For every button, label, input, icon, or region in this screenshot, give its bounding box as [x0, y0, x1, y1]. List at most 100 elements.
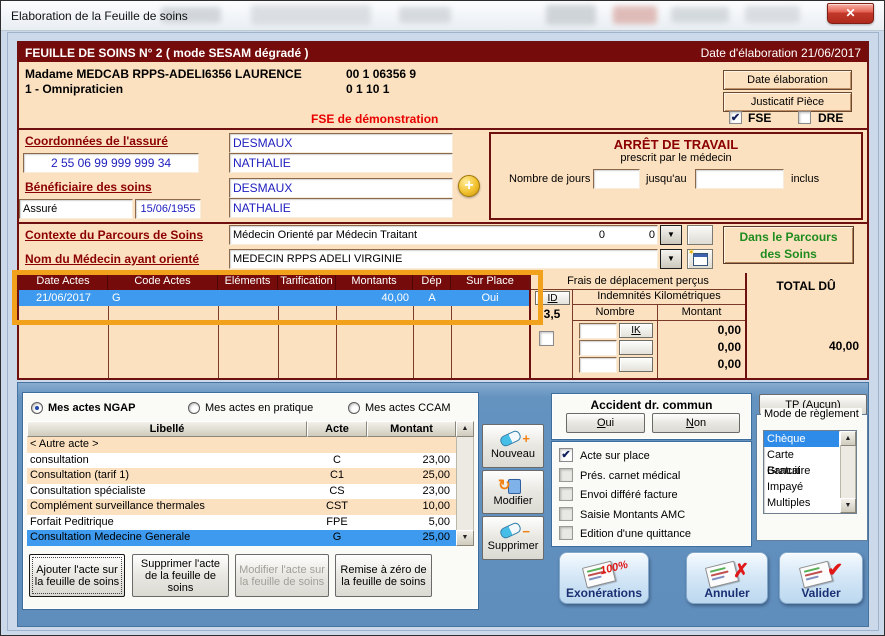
- beneficiary-label[interactable]: Bénéficiaire des soins: [25, 180, 152, 194]
- fse-checkbox[interactable]: ✔: [729, 111, 742, 124]
- radio-pratique-label[interactable]: Mes actes en pratique: [205, 402, 313, 414]
- quality-field[interactable]: [19, 199, 133, 219]
- saisie-amc-checkbox[interactable]: [559, 507, 573, 521]
- add-beneficiary-button[interactable]: +: [458, 175, 480, 197]
- list-item[interactable]: consultationC23,00: [27, 453, 456, 469]
- radio-ccam[interactable]: [348, 402, 360, 414]
- payment-option[interactable]: Carte Bancaire: [764, 447, 839, 463]
- col-header-date: Date Actes: [19, 273, 108, 290]
- add-act-button[interactable]: Ajouter l'acte sur la feuille de soins: [29, 554, 125, 597]
- divider: [19, 222, 867, 224]
- cancel-button[interactable]: ✗ Annuler: [686, 552, 768, 604]
- acte-sur-place-label[interactable]: Acte sur place: [580, 450, 650, 462]
- care-path-context-label[interactable]: Contexte du Parcours de Soins: [25, 228, 203, 242]
- quittance-checkbox[interactable]: [559, 526, 573, 540]
- orienting-doctor-combo[interactable]: MEDECIN RPPS ADELI VIRGINIE: [229, 249, 658, 269]
- list-scroll-down[interactable]: ▼: [456, 530, 474, 546]
- radio-ngap[interactable]: [31, 402, 43, 414]
- care-path-num2: 0: [635, 229, 655, 241]
- nir-field[interactable]: [23, 153, 199, 173]
- arrow-up-icon: ▲: [845, 435, 852, 442]
- radio-ngap-label[interactable]: Mes actes NGAP: [48, 402, 135, 414]
- justificatif-piece-button[interactable]: Justicatif Pièce: [723, 92, 852, 112]
- remove-act-button[interactable]: Supprimer l'acte de la feuille de soins: [132, 554, 229, 597]
- id-button[interactable]: ID: [535, 291, 570, 305]
- acte-sur-place-checkbox[interactable]: ✔: [559, 448, 573, 462]
- doctor-dropdown-button[interactable]: ▼: [660, 249, 682, 269]
- col-header-dep: Dép: [413, 273, 451, 290]
- list-item[interactable]: < Autre acte >: [27, 437, 456, 453]
- insured-lastname-field[interactable]: [229, 133, 453, 153]
- new-act-button[interactable]: + Nouveau: [482, 424, 544, 468]
- saisie-amc-label[interactable]: Saisie Montants AMC: [580, 509, 685, 521]
- table-gridline: [451, 306, 452, 378]
- chevron-down-icon: ▼: [667, 230, 675, 239]
- date-elaboration-button[interactable]: Date élaboration: [723, 70, 852, 90]
- ik-button[interactable]: IK: [619, 323, 653, 338]
- validate-button[interactable]: ✔ Valider: [779, 552, 863, 604]
- exonerations-icon: 100%: [584, 562, 624, 586]
- payment-option[interactable]: Impayé: [764, 479, 839, 495]
- envoi-differe-checkbox[interactable]: [559, 487, 573, 501]
- until-field[interactable]: [695, 169, 784, 189]
- context-dropdown-button[interactable]: ▼: [660, 225, 682, 245]
- birth-date-field[interactable]: [135, 199, 201, 219]
- carnet-medical-checkbox[interactable]: [559, 468, 573, 482]
- travel-checkbox[interactable]: [539, 331, 554, 346]
- list-scrollbar-track[interactable]: [456, 437, 474, 530]
- ik-blank-button-1[interactable]: [619, 340, 653, 355]
- ik-input-2[interactable]: [579, 340, 617, 356]
- carnet-medical-label[interactable]: Prés. carnet médical: [580, 470, 680, 482]
- exonerations-button[interactable]: 100% Exonérations: [559, 552, 649, 604]
- payment-option[interactable]: Multiples: [764, 495, 839, 511]
- in-care-path-box[interactable]: Dans le Parcours des Soins: [723, 226, 854, 264]
- delete-item-button[interactable]: − Supprimer: [482, 516, 544, 560]
- quittance-label[interactable]: Edition d'une quittance: [580, 528, 691, 540]
- ik-input-3[interactable]: [579, 357, 617, 373]
- close-button[interactable]: ✕: [827, 3, 874, 24]
- list-item[interactable]: Complément surveillance thermalesCST10,0…: [27, 499, 456, 515]
- list-header-montant[interactable]: Montant: [367, 421, 456, 437]
- payment-option[interactable]: Gratuit: [764, 463, 839, 479]
- list-item[interactable]: Consultation (tarif 1)C125,00: [27, 468, 456, 484]
- close-icon: ✕: [845, 6, 855, 20]
- list-header-acte[interactable]: Acte: [307, 421, 367, 437]
- context-extra-button[interactable]: [687, 225, 713, 245]
- insured-firstname-field[interactable]: [229, 153, 453, 173]
- payment-scroll-down[interactable]: ▼: [840, 498, 856, 513]
- care-path-context-combo[interactable]: Médecin Orienté par Médecin Traitant 0 0: [229, 225, 658, 245]
- reset-sheet-button[interactable]: Remise à zéro de la feuille de soins: [335, 554, 432, 597]
- list-header-libelle[interactable]: Libellé: [27, 421, 307, 437]
- payment-option-selected[interactable]: Chèque: [764, 431, 839, 447]
- list-scroll-up[interactable]: ▲: [456, 421, 474, 437]
- beneficiary-lastname-field[interactable]: [229, 178, 453, 198]
- demo-notice: FSE de démonstration: [311, 112, 438, 126]
- blurred-background: [671, 7, 729, 23]
- radio-pratique[interactable]: [188, 402, 200, 414]
- dre-label: DRE: [818, 111, 843, 125]
- envoi-differe-label[interactable]: Envoi différé facture: [580, 489, 678, 501]
- dre-checkbox[interactable]: [798, 111, 811, 124]
- practitioner-code-1: 00 1 06356 9: [346, 67, 416, 81]
- radio-ccam-label[interactable]: Mes actes CCAM: [365, 402, 451, 414]
- modify-act-button[interactable]: Modifier l'acte sur la feuille de soins: [235, 554, 329, 597]
- ik-blank-button-2[interactable]: [619, 357, 653, 372]
- accident-non-button[interactable]: Non: [652, 413, 740, 433]
- modify-item-button[interactable]: ↻ Modifier: [482, 470, 544, 514]
- accident-oui-button[interactable]: Oui: [566, 413, 645, 433]
- list-item-selected[interactable]: Consultation Medecine GeneraleG25,00: [27, 530, 456, 546]
- insured-section-label[interactable]: Coordonnées de l'assuré: [25, 134, 168, 148]
- new-doctor-button[interactable]: [687, 249, 713, 269]
- orienting-doctor-label[interactable]: Nom du Médecin ayant orienté: [25, 252, 199, 266]
- payment-scroll-up[interactable]: ▲: [840, 431, 856, 446]
- acts-table-selected-row[interactable]: 21/06/2017 G 40,00 A Oui: [19, 290, 529, 306]
- plus-icon: +: [464, 177, 473, 194]
- days-field[interactable]: [593, 169, 640, 189]
- ik-input-1[interactable]: [579, 323, 617, 339]
- list-item[interactable]: Forfait PeditriqueFPE5,00: [27, 515, 456, 531]
- blurred-background: [399, 7, 451, 23]
- beneficiary-firstname-field[interactable]: [229, 198, 453, 218]
- titlebar: Elaboration de la Feuille de soins: [1, 1, 884, 31]
- list-item[interactable]: Consultation spécialisteCS23,00: [27, 484, 456, 500]
- payment-scrollbar-track[interactable]: [840, 446, 856, 498]
